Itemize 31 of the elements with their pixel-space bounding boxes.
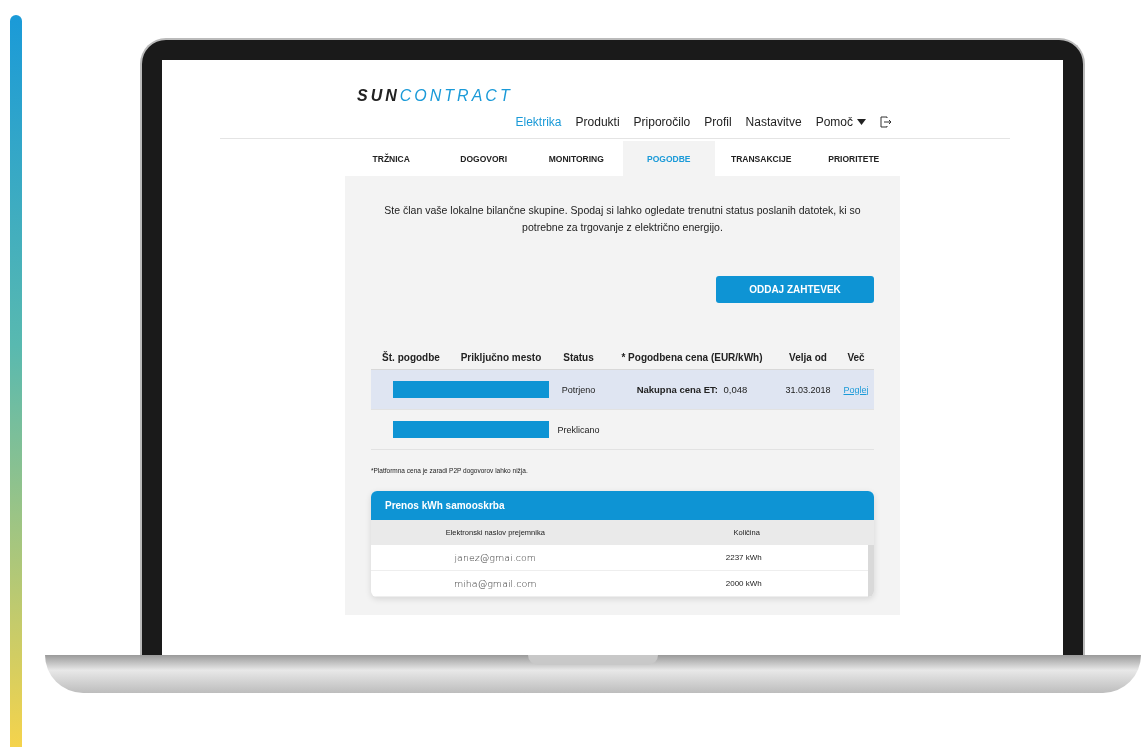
tab[interactable]: TRŽNICA (345, 141, 438, 176)
tab[interactable]: PRIORITETE (807, 141, 900, 176)
column-header: * Pogodbena cena (EUR/kWh) (620, 351, 764, 363)
column-header: Priključno mesto (459, 351, 543, 363)
status-cell-text: Potrjeno (560, 384, 597, 395)
logo: SUNCONTRACT (357, 87, 514, 105)
nav-link[interactable]: Priporočilo (633, 115, 691, 129)
column-header: Status (562, 351, 595, 363)
column-header: Velja od (788, 351, 828, 363)
tab[interactable]: MONITORING (530, 141, 623, 176)
tab[interactable]: DOGOVORI (437, 141, 530, 176)
status-cell-text: Preklicano (556, 424, 601, 435)
logout-icon[interactable] (880, 116, 892, 128)
nav-link[interactable]: Profil (704, 115, 732, 129)
amount-cell: 2237 kWh (619, 545, 868, 571)
table-row[interactable]: Preklicano (371, 410, 874, 450)
nav-link[interactable]: Produkti (575, 115, 620, 129)
date-cell-text: 31.03.2018 (784, 384, 832, 395)
column-header: Št. pogodbe (381, 351, 441, 363)
scrollbar[interactable] (868, 545, 874, 597)
column-header: Več (846, 351, 866, 363)
amount-cell: 2000 kWh (619, 571, 868, 597)
table-row[interactable]: Potrjeno Nakupna cena ET: 0,048 31.03.2018 Poglej (371, 370, 874, 410)
tab[interactable]: TRANSAKCIJE (715, 141, 808, 176)
price-cell: Nakupna cena ET: 0,048 (636, 384, 748, 395)
intro-text: Ste član vaše lokalne bilančne skupine. Spodaj si lahko ogledate trenutni status poslanih datotek, ki so potrebne za trgovanje z električno energijo. (383, 203, 862, 235)
nav-link[interactable]: Pomoč (815, 115, 866, 129)
email-cell: janez@gmai.com (371, 545, 620, 571)
email-cell: miha@gmail.com (371, 571, 620, 597)
nav-link[interactable]: Nastavitve (745, 115, 802, 129)
card-title: Prenos kWh samooskrba (371, 491, 874, 520)
